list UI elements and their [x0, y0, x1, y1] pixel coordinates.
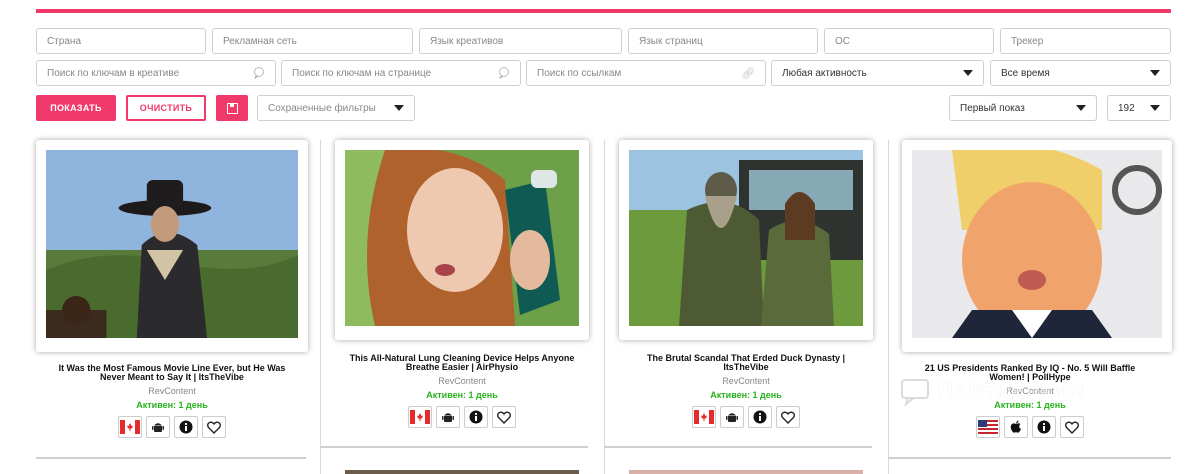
heart-icon[interactable] [202, 416, 226, 438]
info-icon[interactable] [748, 406, 772, 428]
chevron-down-icon [963, 70, 973, 76]
show-button[interactable]: ПОКАЗАТЬ [36, 95, 116, 121]
ad-network-placeholder: Рекламная сеть [223, 35, 297, 47]
ad-network-label: RevContent [148, 386, 196, 396]
clear-button[interactable]: ОЧИСТИТЬ [126, 95, 206, 121]
tracker-placeholder: Трекер [1011, 35, 1044, 47]
next-row-card-peek [345, 470, 579, 474]
per-page-select[interactable]: 192 [1107, 95, 1171, 121]
ad-title[interactable]: It Was the Most Famous Movie Line Ever, … [38, 364, 306, 382]
ad-card[interactable] [902, 140, 1172, 352]
android-icon [436, 406, 460, 428]
top-accent-bar [36, 9, 1171, 13]
link-icon: 🔗︎ [741, 67, 755, 80]
row-divider [36, 457, 306, 459]
search-icon [253, 67, 265, 79]
search-creative-input[interactable]: Поиск по ключам в креативе [36, 60, 276, 86]
search-links-placeholder: Поиск по ссылкам [537, 67, 622, 79]
search-page-placeholder: Поиск по ключам на странице [292, 67, 432, 79]
heart-icon[interactable] [492, 406, 516, 428]
ad-card-meta: The Brutal Scandal That Erded Duck Dynas… [612, 354, 880, 428]
ad-creative-image [912, 150, 1162, 338]
creative-language-select[interactable]: Язык креативов [419, 28, 622, 54]
ad-network-label: RevContent [722, 376, 770, 386]
search-creative-placeholder: Поиск по ключам в креативе [47, 67, 180, 79]
saved-filters-placeholder: Сохраненные фильтры [268, 102, 376, 114]
grid-divider [320, 140, 321, 474]
country-placeholder: Страна [47, 35, 82, 47]
canada-flag-icon [118, 416, 142, 438]
apple-icon [1004, 416, 1028, 438]
page-language-placeholder: Язык страниц [639, 35, 703, 47]
ad-card-meta: This All-Natural Lung Cleaning Device He… [328, 354, 596, 428]
activity-value: Любая активность [782, 67, 867, 79]
info-icon[interactable] [464, 406, 488, 428]
watermark-text: ПАРТНЁРКИН [938, 380, 1085, 403]
search-page-input[interactable]: Поиск по ключам на странице [281, 60, 521, 86]
ad-title[interactable]: The Brutal Scandal That Erded Duck Dynas… [612, 354, 880, 372]
ad-status: Активен: 1 день [710, 390, 782, 400]
chevron-down-icon [1076, 105, 1086, 111]
watermark: ПАРТНЁРКИН [900, 372, 1140, 412]
canada-flag-icon [408, 406, 432, 428]
info-icon[interactable] [174, 416, 198, 438]
per-page-value: 192 [1118, 102, 1135, 114]
grid-divider [888, 140, 889, 474]
floppy-disk-icon [226, 102, 238, 114]
chat-bubble-icon [901, 379, 929, 406]
time-value: Все время [1001, 67, 1050, 79]
sort-select[interactable]: Первый показ [949, 95, 1097, 121]
search-links-input[interactable]: Поиск по ссылкам 🔗︎ [526, 60, 766, 86]
row-divider [604, 446, 872, 448]
info-icon[interactable] [1032, 416, 1056, 438]
canada-flag-icon [692, 406, 716, 428]
heart-icon[interactable] [776, 406, 800, 428]
row-divider [888, 457, 1171, 459]
heart-icon[interactable] [1060, 416, 1084, 438]
ad-card[interactable] [335, 140, 589, 340]
page-language-select[interactable]: Язык страниц [628, 28, 818, 54]
tracker-select[interactable]: Трекер [1000, 28, 1171, 54]
chevron-down-icon [1150, 105, 1160, 111]
row-divider [320, 446, 588, 448]
time-select[interactable]: Все время [990, 60, 1171, 86]
country-select[interactable]: Страна [36, 28, 206, 54]
creative-language-placeholder: Язык креативов [430, 35, 504, 47]
activity-select[interactable]: Любая активность [771, 60, 984, 86]
os-placeholder: ОС [835, 35, 850, 47]
search-icon [498, 67, 510, 79]
ad-card-meta: It Was the Most Famous Movie Line Ever, … [38, 364, 306, 438]
ad-creative-image [629, 150, 863, 326]
android-icon [720, 406, 744, 428]
ad-network-label: RevContent [438, 376, 486, 386]
ad-card[interactable] [619, 140, 873, 340]
chevron-down-icon [1150, 70, 1160, 76]
sort-value: Первый показ [960, 102, 1025, 114]
ad-card[interactable] [36, 140, 308, 352]
grid-divider [604, 140, 605, 474]
next-row-card-peek [629, 470, 863, 474]
os-select[interactable]: ОС [824, 28, 994, 54]
android-icon [146, 416, 170, 438]
ad-network-select[interactable]: Рекламная сеть [212, 28, 413, 54]
ad-status: Активен: 1 день [136, 400, 208, 410]
usa-flag-icon [976, 416, 1000, 438]
ad-creative-image [345, 150, 579, 326]
chevron-down-icon [394, 105, 404, 111]
saved-filters-select[interactable]: Сохраненные фильтры [257, 95, 415, 121]
ad-status: Активен: 1 день [426, 390, 498, 400]
ad-creative-image [46, 150, 298, 338]
save-filter-button[interactable] [216, 95, 248, 121]
ad-title[interactable]: This All-Natural Lung Cleaning Device He… [328, 354, 596, 372]
